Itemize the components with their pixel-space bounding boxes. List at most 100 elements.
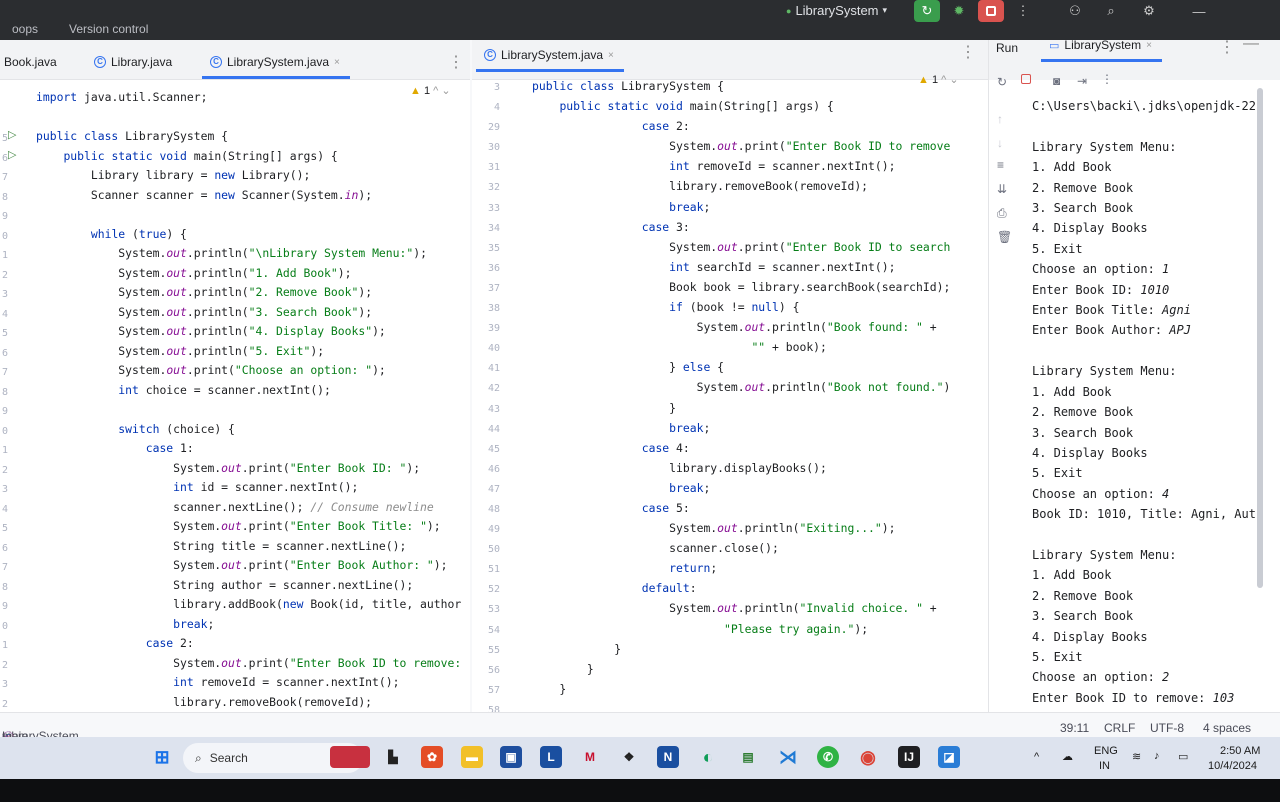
photos-icon[interactable]: ◪ [938, 746, 960, 768]
console-scrollbar[interactable] [1257, 88, 1263, 588]
run-main-icon[interactable]: ▷ [8, 148, 16, 161]
whatsapp-icon[interactable]: ✆ [817, 746, 839, 768]
stop-button[interactable] [978, 0, 1004, 22]
edge-browser-icon[interactable]: ◐ [697, 746, 719, 768]
close-icon[interactable]: × [1146, 40, 1152, 51]
app-icon[interactable]: N [657, 746, 679, 768]
line-number: 2 [1, 269, 8, 281]
chrome-icon[interactable]: ◉ [857, 746, 879, 768]
windows-start-icon[interactable]: ⊞ [151, 746, 173, 768]
settings-button[interactable]: ⚙ [1136, 0, 1162, 22]
clock-date[interactable]: 10/4/2024 [1208, 760, 1257, 772]
input-language[interactable]: ENG [1094, 745, 1118, 757]
copilot-icon[interactable]: ✿ [421, 746, 443, 768]
project-menu[interactable]: oops [12, 22, 38, 36]
caret-position[interactable]: 39:11 [1060, 721, 1089, 735]
console-line: 4. Display Books [1032, 443, 1256, 463]
search-highlight-icon[interactable] [330, 746, 370, 768]
input-region[interactable]: IN [1099, 760, 1110, 772]
console-user-input: Agni [1162, 303, 1191, 318]
mcafee-icon[interactable]: M [579, 746, 601, 768]
console-line: 5. Exit [1032, 239, 1256, 259]
more-vert-icon[interactable]: ⋮ [1219, 37, 1235, 57]
tab-librarysystem-java[interactable]: C LibrarySystem.java × [202, 55, 350, 79]
console-user-input: 2 [1162, 670, 1170, 685]
console-tab-icon: ▭ [1049, 39, 1060, 52]
console-line: 5. Exit [1032, 463, 1256, 483]
arrow-up-icon[interactable]: ↑ [997, 112, 1003, 126]
file-explorer-icon[interactable]: ▬ [461, 746, 483, 768]
line-number: 49 [487, 524, 500, 536]
line-number: 53 [487, 604, 500, 616]
line-number: 5 [1, 328, 8, 339]
launcher-app-icon[interactable]: L [540, 746, 562, 768]
cloud-icon[interactable]: ☁ [1062, 750, 1073, 763]
console-output[interactable]: C:\Users\backi\.jdks\openjdk-22 Library … [1032, 96, 1256, 708]
intellij-icon[interactable]: IJ [898, 746, 920, 768]
tab-book-java[interactable]: Book.java [4, 55, 57, 69]
console-text: Enter Book Title: [1032, 303, 1163, 318]
notepad-icon[interactable]: ▤ [737, 746, 759, 768]
dropbox-icon[interactable]: ❖ [618, 746, 640, 768]
add-user-button[interactable]: ⚇ [1062, 0, 1088, 22]
tab-librarysystem-java-split[interactable]: C LibrarySystem.java × [476, 48, 624, 72]
ide-window: Book.java C Library.java C LibrarySystem.j… [0, 35, 1280, 745]
add-user-icon: ⚇ [1069, 3, 1081, 18]
console-text: Library System Menu: [1032, 139, 1177, 154]
line-number: 41 [487, 363, 500, 375]
console-text: 3. Search Book [1032, 609, 1134, 624]
search-everywhere-button[interactable]: ⌕ [1098, 0, 1124, 22]
console-line: 3. Search Book [1032, 423, 1256, 443]
task-view-icon[interactable]: ▙ [382, 746, 404, 768]
close-icon[interactable]: × [608, 50, 614, 61]
wifi-icon[interactable]: ≋ [1132, 750, 1141, 763]
line-number: 7 [1, 367, 8, 378]
more-vert-icon[interactable]: ⋮ [1101, 72, 1113, 86]
run-config-selector[interactable]: ● LibrarySystem ▾ [786, 3, 887, 18]
stop-icon[interactable] [1021, 74, 1031, 84]
run-toolbar: ↻ ◙ ⇥ ⋮ [989, 66, 1280, 90]
line-number: 7 [1, 172, 8, 183]
camera-icon[interactable]: ◙ [1053, 74, 1060, 88]
more-vert-icon[interactable]: ⋮ [960, 42, 976, 62]
line-separator[interactable]: CRLF [1104, 721, 1135, 735]
close-icon[interactable]: × [334, 57, 340, 68]
more-actions-button[interactable]: ⋮ [1010, 0, 1036, 22]
code-editor-left[interactable]: import java.util.Scanner; public class L… [36, 88, 461, 712]
more-vert-icon: ⋮ [1016, 3, 1030, 18]
rerun-icon: ↻ [921, 3, 933, 18]
line-number: 29 [487, 122, 500, 134]
soft-wrap-icon[interactable]: ≡ [997, 158, 1004, 172]
minimize-button[interactable]: — [1186, 0, 1212, 22]
battery-icon[interactable]: ▭ [1178, 750, 1188, 763]
print-icon[interactable]: ⎙ [997, 206, 1007, 221]
store-icon[interactable]: ▣ [500, 746, 522, 768]
tab-run-librarysystem[interactable]: ▭ LibrarySystem × [1041, 38, 1162, 62]
console-user-input: 1010 [1140, 282, 1170, 297]
volume-icon[interactable]: ♪ [1154, 750, 1160, 762]
minimize-icon[interactable]: — [1243, 35, 1259, 53]
rerun-button[interactable]: ↻ [914, 0, 940, 22]
vscode-icon[interactable]: ⋊ [777, 746, 799, 768]
stop-icon [986, 6, 996, 16]
tab-library-java[interactable]: C Library.java [94, 55, 172, 69]
exit-icon[interactable]: ⇥ [1077, 74, 1087, 88]
line-number: 43 [487, 403, 500, 415]
chevron-up-icon[interactable]: ^ [1034, 751, 1039, 763]
code-editor-right[interactable]: public class LibrarySystem { public stat… [532, 76, 950, 699]
line-number: 9 [1, 601, 8, 612]
rerun-icon[interactable]: ↻ [997, 75, 1007, 89]
version-control-menu[interactable]: Version control [69, 22, 148, 36]
run-class-icon[interactable]: ▷ [8, 128, 16, 141]
line-number: 38 [487, 303, 500, 315]
trash-icon[interactable]: 🗑 [997, 230, 1012, 244]
more-vert-icon[interactable]: ⋮ [448, 52, 464, 72]
clock-time[interactable]: 2:50 AM [1220, 745, 1260, 757]
arrow-down-icon[interactable]: ↓ [997, 136, 1003, 150]
line-number: 5 [1, 523, 8, 534]
indent-setting[interactable]: 4 spaces [1203, 721, 1251, 735]
scroll-to-end-icon[interactable]: ⇊ [997, 182, 1007, 196]
file-encoding[interactable]: UTF-8 [1150, 721, 1184, 735]
debug-button[interactable]: ✹ [946, 0, 972, 22]
class-icon: C [210, 56, 222, 68]
